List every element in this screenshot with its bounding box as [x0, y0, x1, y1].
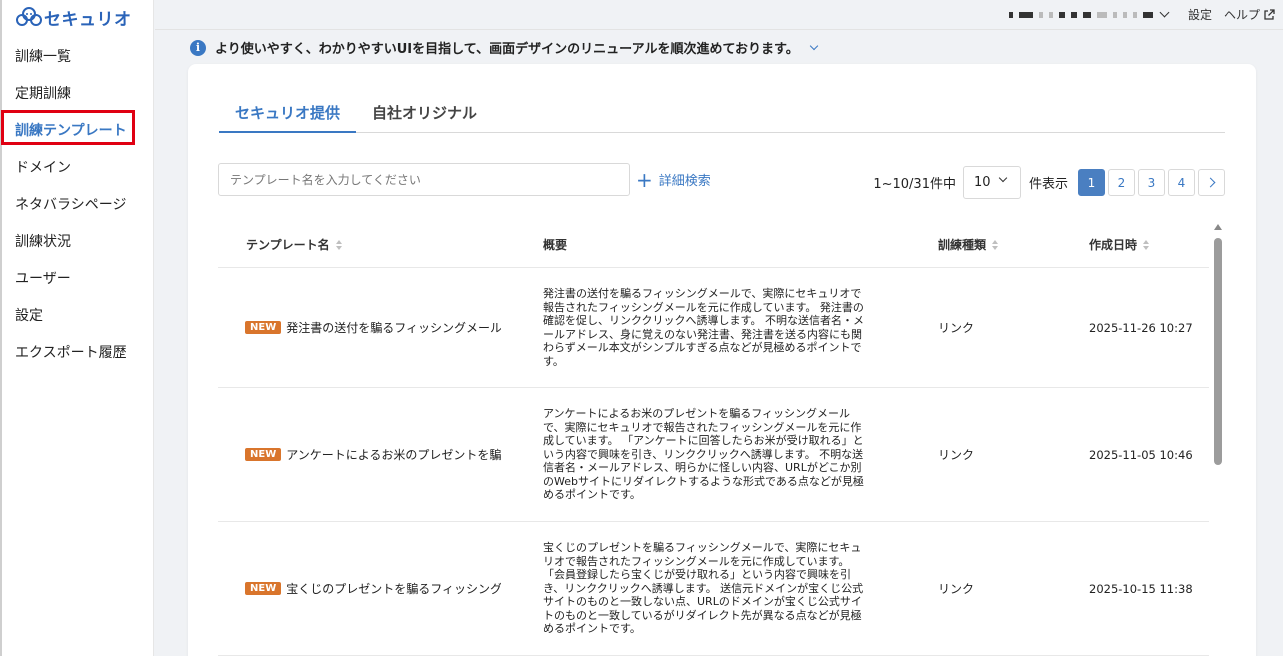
sort-icon: [1143, 239, 1150, 250]
sidebar-item-users[interactable]: ユーザー: [2, 259, 153, 296]
top-bar: 設定 ヘルプ: [155, 0, 1283, 30]
sidebar-item-scheduled-training[interactable]: 定期訓練: [2, 74, 153, 111]
per-page-value: 10: [973, 175, 991, 190]
table-scrollbar[interactable]: [1213, 224, 1223, 656]
page-button-1[interactable]: 1: [1078, 169, 1105, 196]
app-logo[interactable]: セキュリオ: [2, 0, 153, 34]
advanced-search-label: 詳細検索: [658, 174, 711, 189]
created-at-cell: 2025-11-26 10:27: [1089, 320, 1193, 335]
column-label: 概要: [543, 238, 568, 252]
training-type-cell: リンク: [938, 582, 975, 596]
table-row[interactable]: NEW アンケートによるお米のプレゼントを騙るフィッシングメール アンケートによ…: [218, 388, 1209, 522]
sidebar-item-training-list[interactable]: 訓練一覧: [2, 37, 153, 74]
table-header: テンプレート名 概要 訓練種類 作成日時: [218, 222, 1209, 268]
column-label: 訓練種類: [938, 238, 987, 252]
column-header-summary: 概要: [515, 236, 910, 253]
template-name-cell[interactable]: NEW 宝くじのプレゼントを騙るフィッシングメール: [218, 580, 515, 597]
summary-cell: 発注書の送付を騙るフィッシングメールで、実際にセキュリオで報告されたフィッシング…: [543, 287, 864, 368]
column-label: テンプレート名: [246, 238, 330, 252]
external-link-icon: [1264, 8, 1275, 20]
per-page-select[interactable]: 10: [962, 166, 1021, 199]
template-name[interactable]: 発注書の送付を騙るフィッシングメール: [286, 319, 501, 336]
sidebar-item-training-templates[interactable]: 訓練テンプレート: [2, 111, 153, 148]
training-type-cell: リンク: [938, 448, 975, 462]
template-search-input[interactable]: [218, 163, 630, 196]
template-name-cell[interactable]: NEW 発注書の送付を騙るフィッシングメール: [218, 319, 515, 336]
settings-link[interactable]: 設定: [1188, 6, 1212, 23]
page-button-2[interactable]: 2: [1108, 169, 1135, 196]
templates-table: テンプレート名 概要 訓練種類 作成日時 NEW 発注書の送付を騙るフィッシング…: [218, 222, 1209, 656]
main-card: セキュリオ提供 自社オリジナル + 詳細検索 1~10/31件中 10 件表示 …: [188, 64, 1256, 656]
sort-icon: [992, 239, 999, 250]
help-link[interactable]: ヘルプ: [1224, 6, 1275, 23]
sidebar-item-settings[interactable]: 設定: [2, 296, 153, 333]
scrollbar-thumb[interactable]: [1214, 238, 1222, 465]
sidebar-nav: 訓練一覧 定期訓練 訓練テンプレート ドメイン ネタバラシページ 訓練状況 ユー…: [2, 37, 153, 370]
template-name-cell[interactable]: NEW アンケートによるお米のプレゼントを騙るフィッシングメール: [218, 446, 515, 463]
tab-securio-provided[interactable]: セキュリオ提供: [219, 96, 357, 133]
pagination: 1~10/31件中 10 件表示 1 2 3 4: [873, 166, 1225, 199]
user-account-menu[interactable]: [1008, 7, 1170, 18]
logo-icon: [16, 7, 42, 26]
result-count: 1~10/31件中: [873, 177, 956, 192]
new-badge: NEW: [245, 582, 282, 595]
created-at-cell: 2025-11-05 10:46: [1089, 447, 1193, 462]
template-name[interactable]: アンケートによるお米のプレゼントを騙るフィッシングメール: [286, 446, 501, 463]
new-badge: NEW: [245, 321, 282, 334]
notice-text: より使いやすく、わかりやすいUIを目指して、画面デザインのリニューアルを順次進め…: [215, 42, 799, 57]
chevron-down-icon[interactable]: [809, 41, 819, 50]
per-page-unit: 件表示: [1028, 177, 1068, 192]
scroll-up-arrow-icon[interactable]: [1214, 224, 1222, 230]
sort-icon: [335, 239, 342, 250]
sidebar-item-reveal-page[interactable]: ネタバラシページ: [2, 185, 153, 222]
sidebar-item-training-status[interactable]: 訓練状況: [2, 222, 153, 259]
column-header-created-at[interactable]: 作成日時: [1061, 236, 1209, 253]
chevron-down-icon: [998, 173, 1008, 183]
sidebar-item-export-history[interactable]: エクスポート履歴: [2, 333, 153, 370]
page-button-3[interactable]: 3: [1138, 169, 1165, 196]
chevron-down-icon[interactable]: [1159, 7, 1170, 18]
page-button-4[interactable]: 4: [1168, 169, 1195, 196]
sidebar-item-domains[interactable]: ドメイン: [2, 148, 153, 185]
summary-cell: アンケートによるお米のプレゼントを騙るフィッシングメールで、実際にセキュリオで報…: [543, 407, 864, 502]
tab-bar: セキュリオ提供 自社オリジナル: [219, 96, 1225, 133]
column-label: 作成日時: [1089, 238, 1138, 252]
plus-icon: +: [636, 167, 653, 192]
info-icon: i: [190, 39, 206, 56]
chevron-right-icon: [1205, 177, 1215, 188]
column-header-training-type[interactable]: 訓練種類: [910, 236, 1061, 253]
template-name[interactable]: 宝くじのプレゼントを騙るフィッシングメール: [286, 580, 501, 597]
training-type-cell: リンク: [938, 321, 975, 335]
created-at-cell: 2025-10-15 11:38: [1089, 581, 1193, 596]
tab-company-original[interactable]: 自社オリジナル: [356, 96, 493, 132]
help-label: ヘルプ: [1223, 8, 1260, 22]
table-row[interactable]: NEW 宝くじのプレゼントを騙るフィッシングメール 宝くじのプレゼントを騙るフィ…: [218, 522, 1209, 656]
table-row[interactable]: NEW 発注書の送付を騙るフィッシングメール 発注書の送付を騙るフィッシングメー…: [218, 268, 1209, 388]
notice-banner[interactable]: i より使いやすく、わかりやすいUIを目指して、画面デザインのリニューアルを順次…: [190, 38, 819, 57]
next-page-button[interactable]: [1198, 169, 1225, 196]
new-badge: NEW: [245, 448, 282, 461]
column-header-template-name[interactable]: テンプレート名: [218, 236, 515, 253]
app-name: セキュリオ: [44, 9, 132, 30]
sidebar: セキュリオ 訓練一覧 定期訓練 訓練テンプレート ドメイン ネタバラシページ 訓…: [0, 0, 154, 656]
advanced-search-button[interactable]: + 詳細検索: [636, 167, 711, 192]
summary-cell: 宝くじのプレゼントを騙るフィッシングメールで、実際にセキュリオで報告されたフィッ…: [543, 541, 864, 636]
